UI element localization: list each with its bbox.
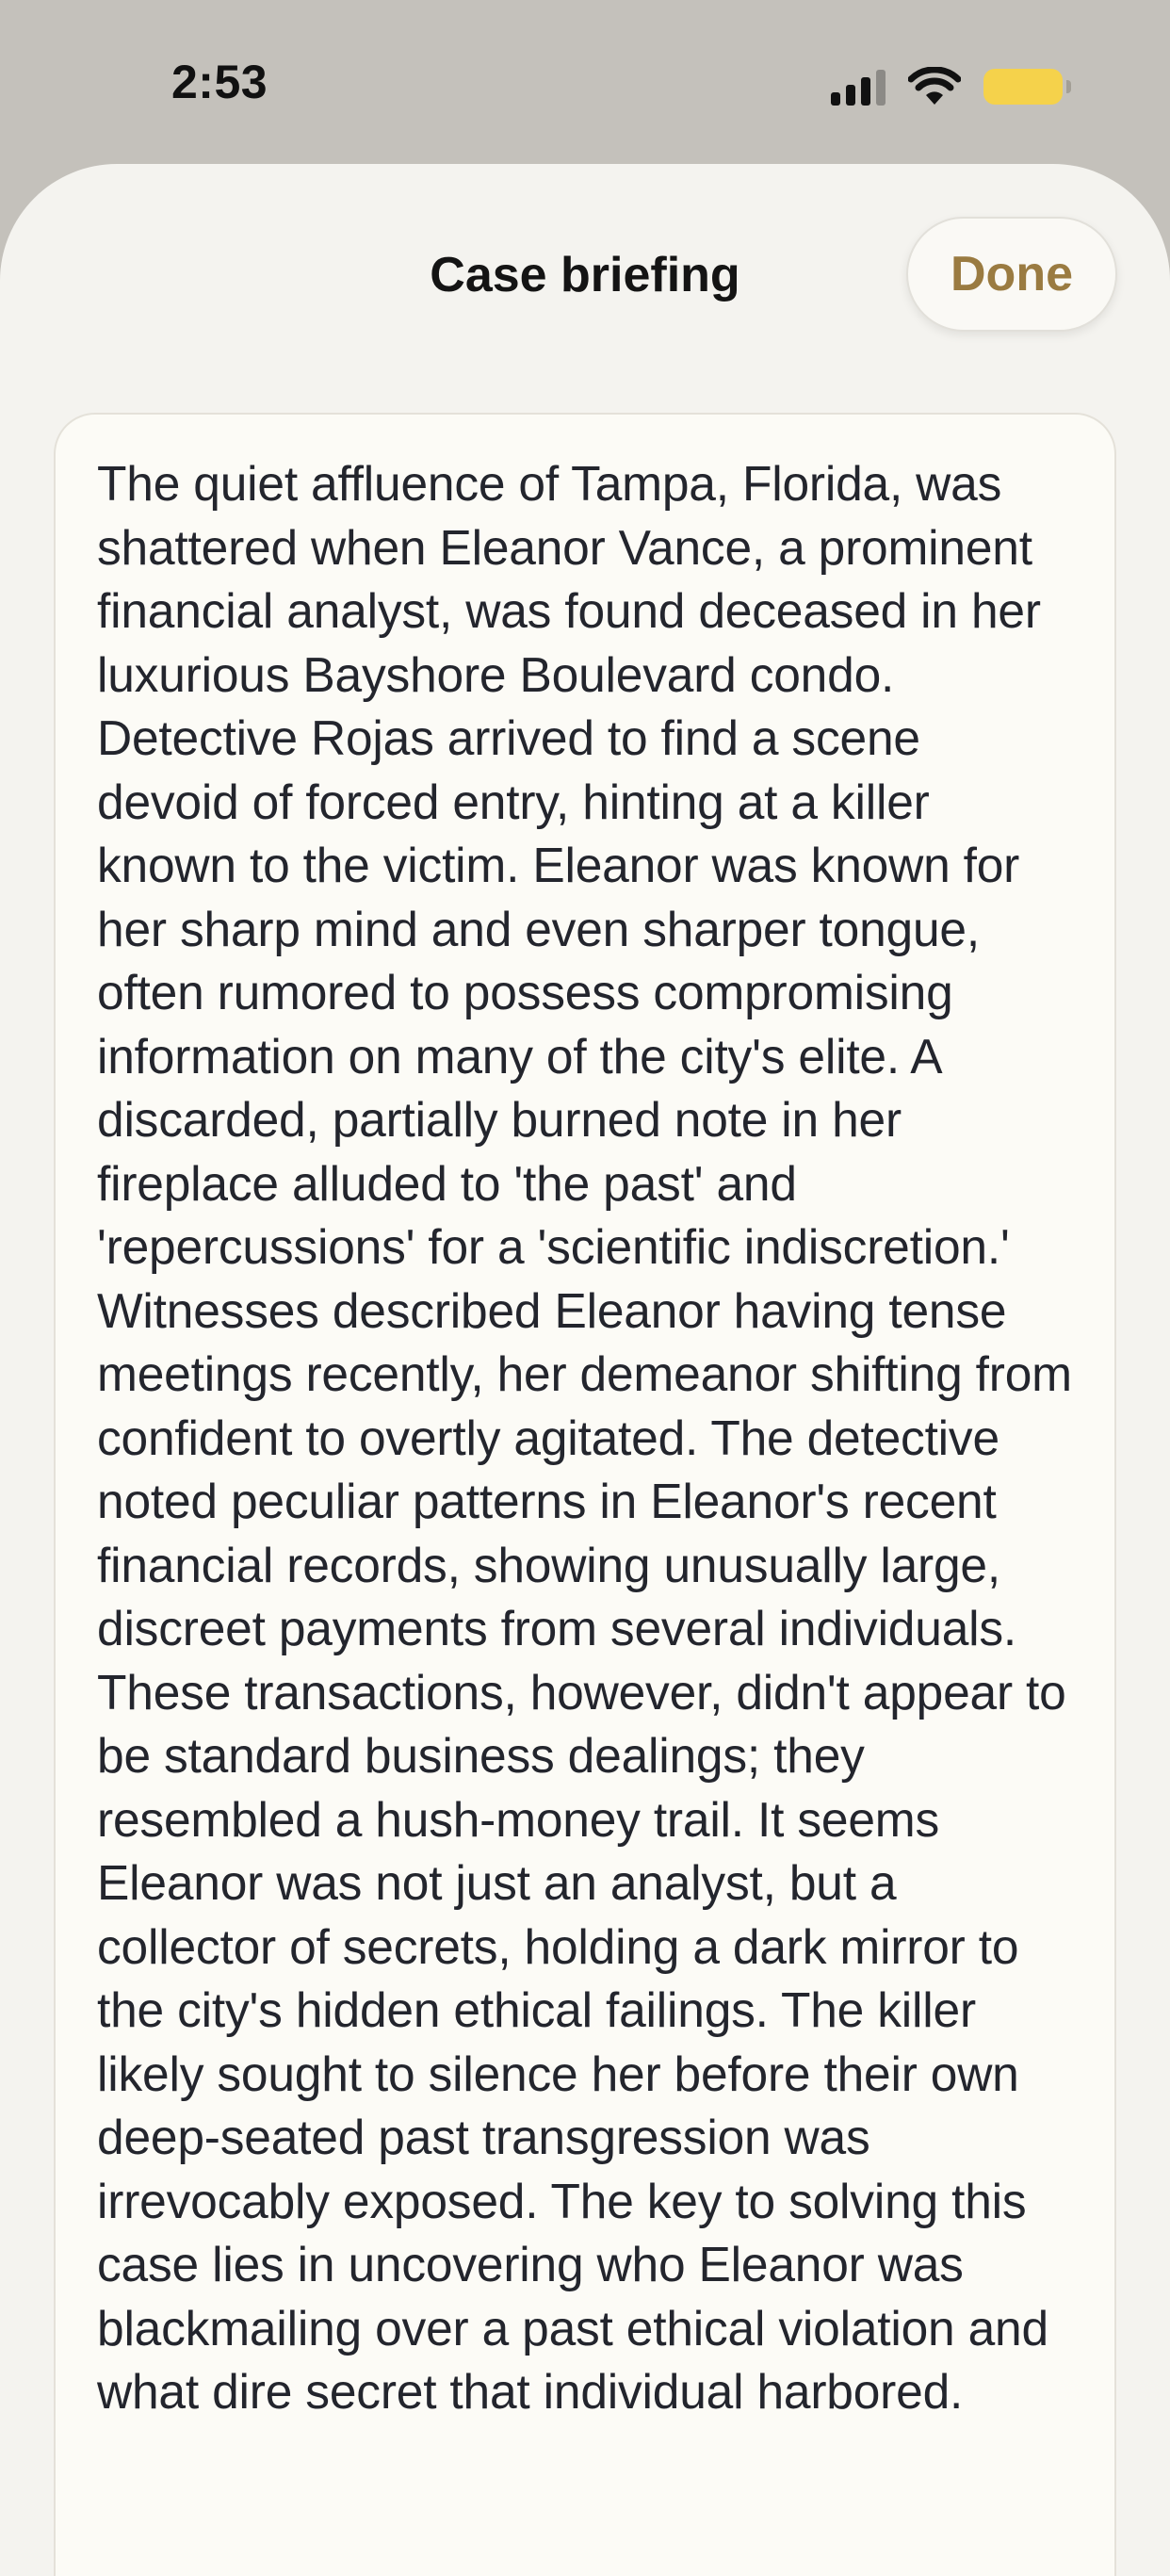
- cellular-signal-icon: [831, 68, 886, 106]
- battery-icon: [983, 69, 1071, 105]
- status-icons: [831, 62, 1071, 111]
- briefing-card[interactable]: The quiet affluence of Tampa, Florida, w…: [54, 413, 1116, 2576]
- status-time: 2:53: [171, 56, 268, 108]
- sheet-header: Case briefing Done: [0, 164, 1170, 388]
- briefing-text: The quiet affluence of Tampa, Florida, w…: [97, 456, 1072, 2419]
- done-button[interactable]: Done: [906, 217, 1117, 332]
- case-briefing-sheet: Case briefing Done The quiet affluence o…: [0, 164, 1170, 2576]
- wifi-icon: [908, 67, 961, 105]
- status-bar: 2:53: [0, 0, 1170, 164]
